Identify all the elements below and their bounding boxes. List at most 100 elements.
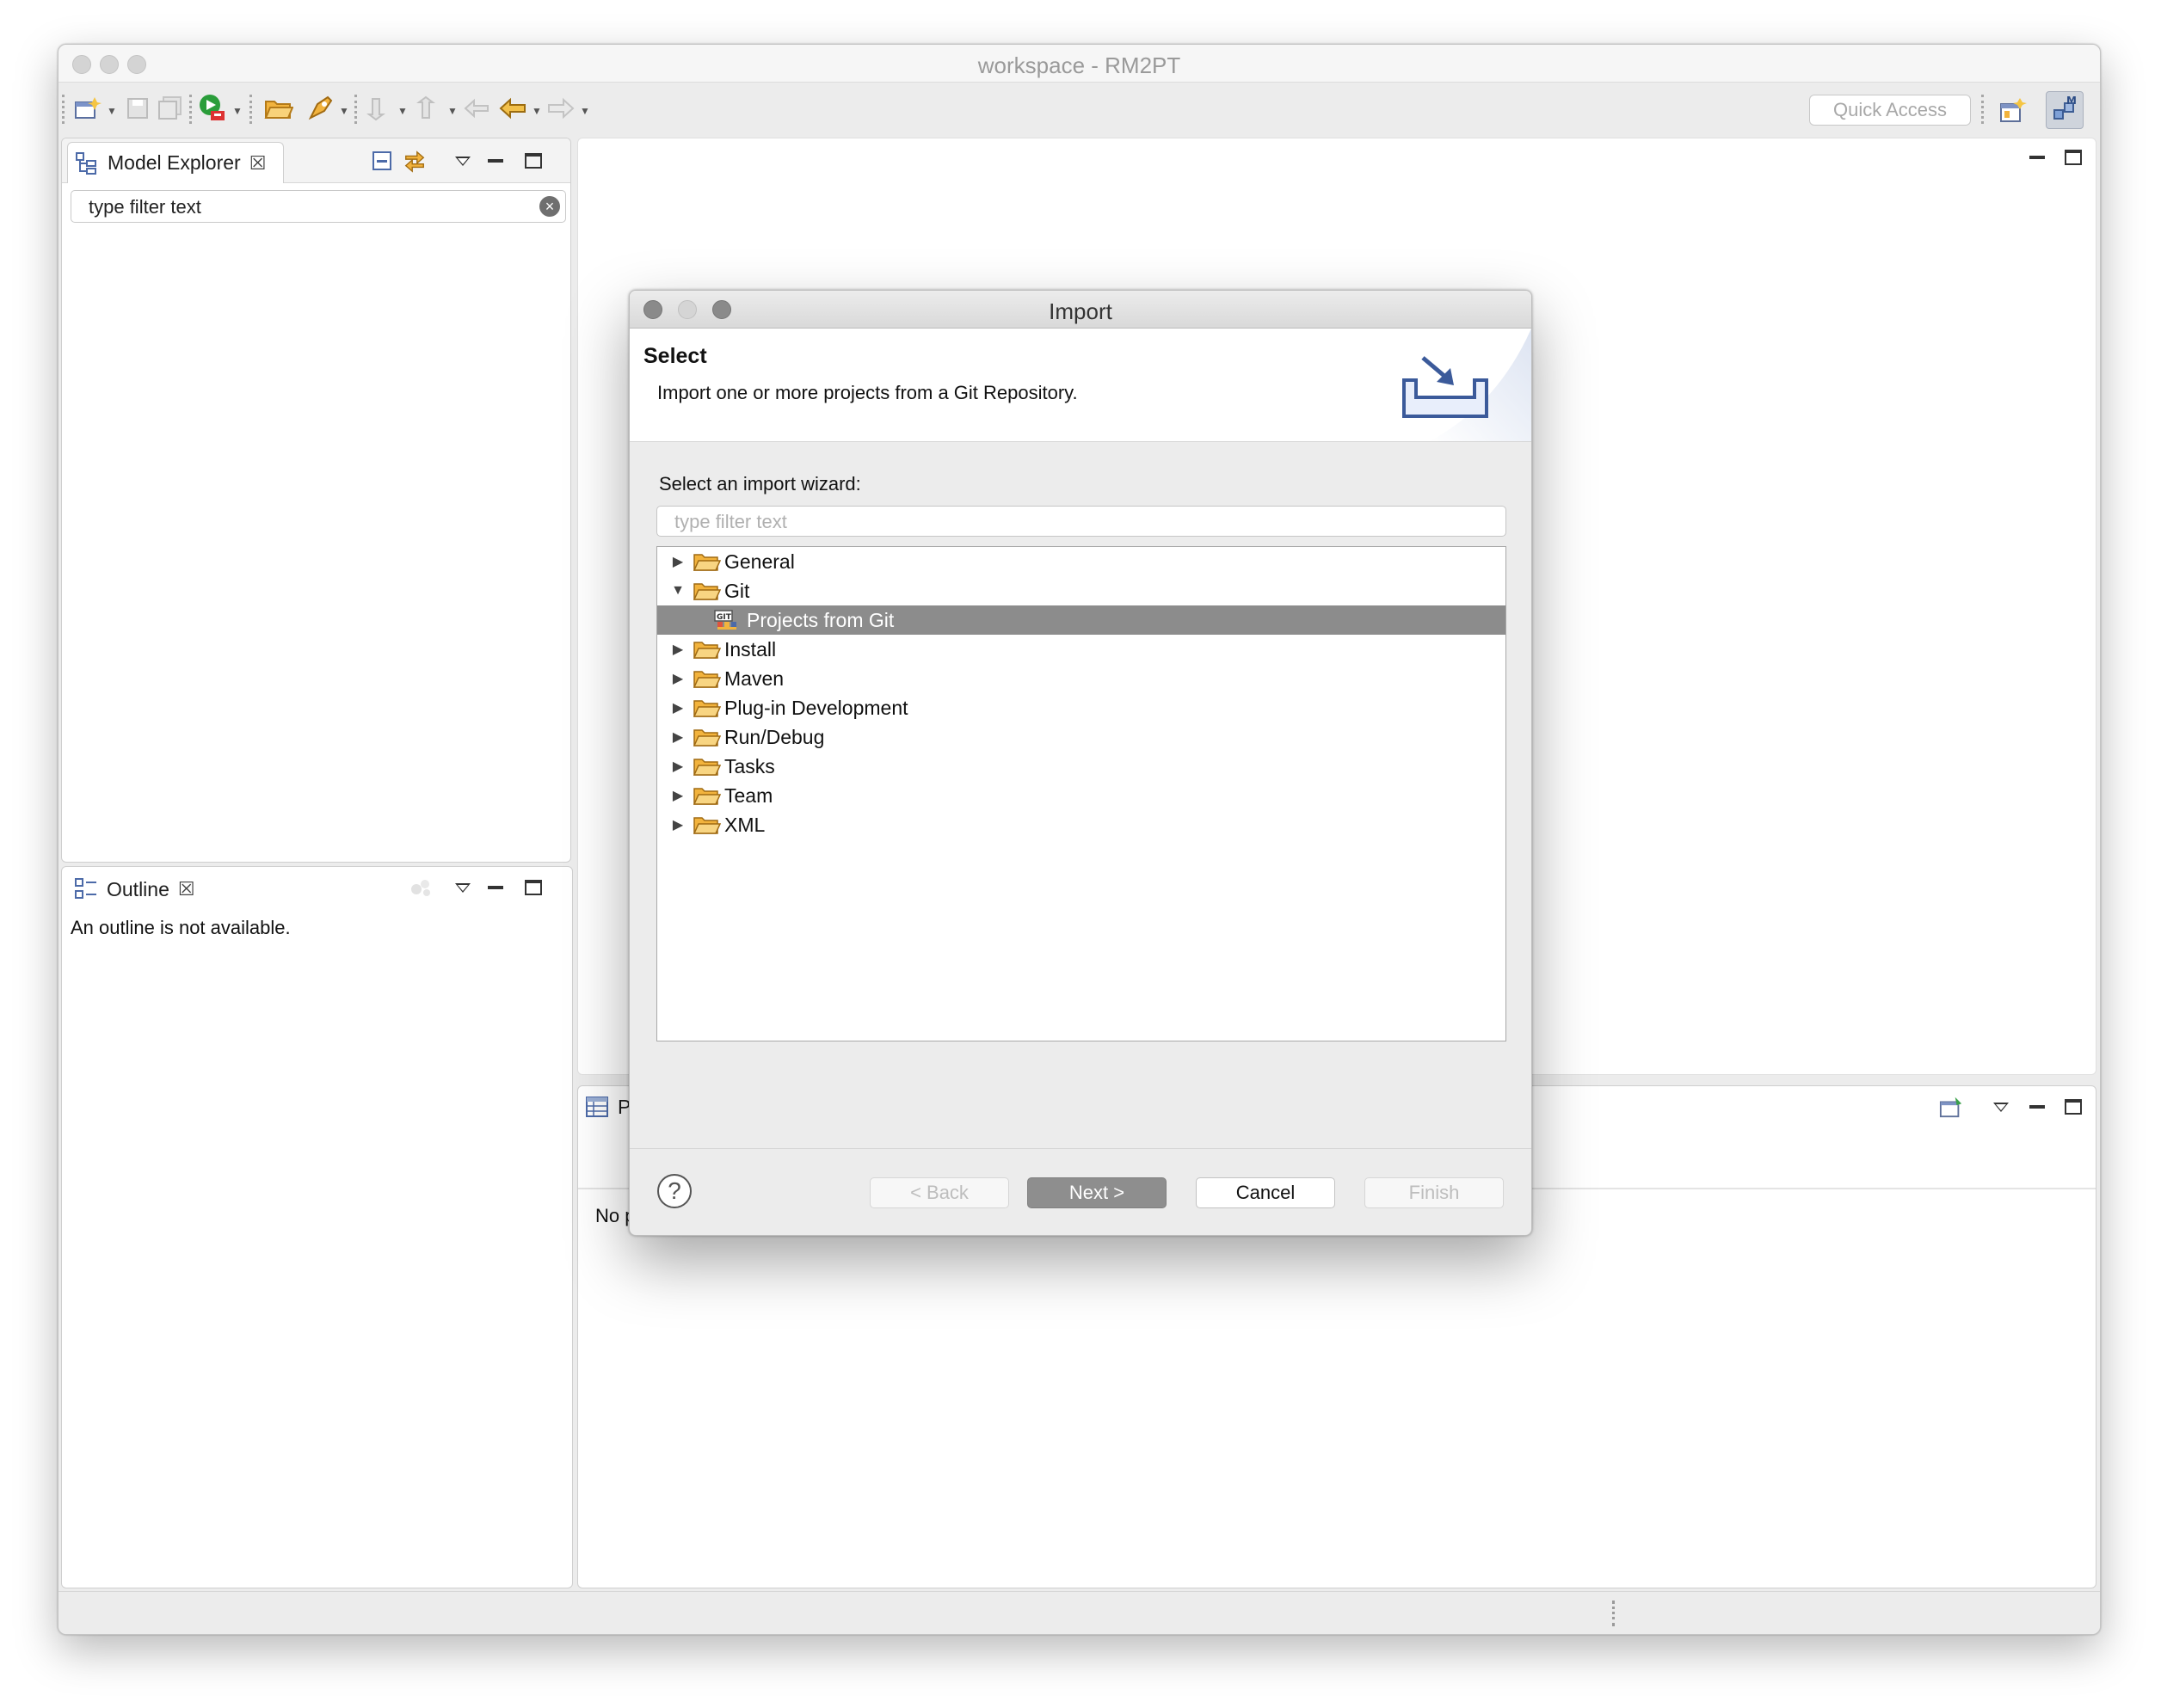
toolbar-separator [249, 95, 253, 124]
maximize-view-icon[interactable] [521, 149, 545, 173]
tree-item-team[interactable]: ▶ Team [657, 781, 1505, 810]
tree-item-install[interactable]: ▶ Install [657, 635, 1505, 664]
back-button[interactable]: < Back [870, 1177, 1009, 1208]
wizard-filter-placeholder: type filter text [674, 511, 787, 532]
open-folder-icon[interactable] [262, 91, 296, 126]
filter-input-value: type filter text [89, 196, 201, 218]
last-edit-icon[interactable] [459, 91, 494, 126]
tree-item-plug-in-development[interactable]: ▶ Plug-in Development [657, 693, 1505, 722]
close-icon[interactable]: ☒ [178, 878, 195, 900]
pin-view-icon[interactable] [1939, 1095, 1963, 1119]
window-titlebar: workspace - RM2PT [58, 45, 2100, 83]
tab-model-explorer[interactable]: Model Explorer ☒ [67, 142, 284, 183]
cancel-button[interactable]: Cancel [1196, 1177, 1335, 1208]
save-icon[interactable] [120, 91, 155, 126]
expand-arrow-icon[interactable]: ▶ [668, 699, 688, 716]
tree-item-label: Projects from Git [747, 608, 895, 631]
folder-icon [693, 788, 721, 805]
launch-icon[interactable] [303, 91, 337, 126]
outline-icon [75, 878, 96, 899]
tree-item-projects-from-git[interactable]: GIT Projects from Git [657, 605, 1505, 635]
dialog-titlebar: Import [630, 291, 1531, 329]
expand-arrow-icon[interactable]: ▶ [668, 670, 688, 687]
maximize-view-icon[interactable] [2061, 1095, 2085, 1119]
tree-item-tasks[interactable]: ▶ Tasks [657, 752, 1505, 781]
toolbar-separator [354, 95, 358, 124]
minimize-editor-icon[interactable] [2025, 145, 2049, 169]
outline-tab-label: Outline [107, 877, 169, 900]
close-icon[interactable]: ☒ [249, 152, 267, 175]
tree-item-label: Plug-in Development [724, 696, 908, 719]
outline-toolbar-icon [409, 876, 434, 900]
expand-arrow-icon[interactable]: ▶ [668, 641, 688, 658]
svg-text:GIT: GIT [717, 613, 732, 622]
folder-icon [693, 642, 721, 659]
tree-item-run-debug[interactable]: ▶ Run/Debug [657, 722, 1505, 752]
tree-item-xml[interactable]: ▶ XML [657, 810, 1505, 839]
model-explorer-tab-label: Model Explorer [108, 151, 241, 174]
dialog-header: Select Import one or more projects from … [630, 329, 1531, 442]
tree-item-maven[interactable]: ▶ Maven [657, 664, 1505, 693]
link-with-editor-icon[interactable] [403, 149, 427, 173]
tree-item-label: XML [724, 813, 766, 836]
folder-icon [693, 700, 721, 717]
main-toolbar: ▼ ▼ ▼ ▼ ▼ ▼ ▼ Quick Access M [58, 83, 2100, 134]
minimize-view-icon[interactable] [483, 876, 508, 900]
tree-item-label: Maven [724, 667, 785, 690]
import-wizard-banner-icon [1402, 329, 1531, 441]
save-all-icon[interactable] [153, 91, 188, 126]
maximize-editor-icon[interactable] [2061, 145, 2085, 169]
view-menu-icon[interactable] [451, 149, 475, 173]
forward-icon[interactable] [544, 91, 578, 126]
expand-arrow-icon[interactable]: ▶ [668, 787, 688, 804]
collapse-all-icon[interactable] [370, 149, 394, 173]
toolbar-separator [189, 95, 193, 124]
clear-filter-icon[interactable]: × [539, 196, 560, 217]
collapse-arrow-icon[interactable]: ▼ [668, 583, 688, 599]
back-dropdown-icon[interactable]: ▼ [532, 105, 542, 117]
prev-annotation-icon[interactable] [411, 91, 446, 126]
forward-dropdown-icon[interactable]: ▼ [580, 105, 590, 117]
minimize-view-icon[interactable] [483, 149, 508, 173]
expand-arrow-icon[interactable]: ▶ [668, 553, 688, 570]
modeling-perspective-icon[interactable]: M [2046, 91, 2084, 129]
tree-item-label: Git [724, 579, 750, 602]
status-bar [58, 1591, 2100, 1634]
wizard-filter-input[interactable]: type filter text [656, 506, 1506, 537]
next-button[interactable]: Next > [1027, 1177, 1167, 1208]
folder-icon [693, 817, 721, 834]
dialog-title: Import [1049, 298, 1112, 324]
view-menu-icon[interactable] [451, 876, 475, 900]
model-explorer-filter-input[interactable]: type filter text × [71, 190, 566, 223]
wizard-tree: ▶ General ▼ Git GIT Projects from Git ▶ … [656, 546, 1506, 1041]
tree-item-label: General [724, 550, 795, 573]
expand-arrow-icon[interactable]: ▶ [668, 816, 688, 833]
new-wizard-icon[interactable] [71, 91, 105, 126]
run-icon[interactable] [196, 91, 231, 126]
back-icon[interactable] [496, 91, 530, 126]
help-icon[interactable]: ? [657, 1174, 692, 1208]
launch-dropdown-icon[interactable]: ▼ [339, 105, 349, 117]
new-wizard-dropdown-icon[interactable]: ▼ [107, 105, 117, 117]
tree-item-general[interactable]: ▶ General [657, 547, 1505, 576]
view-menu-icon[interactable] [1989, 1095, 2013, 1119]
tab-outline[interactable]: Outline ☒ [67, 869, 213, 910]
expand-arrow-icon[interactable]: ▶ [668, 728, 688, 746]
maximize-view-icon[interactable] [521, 876, 545, 900]
tree-item-label: Install [724, 637, 777, 660]
finish-button[interactable]: Finish [1364, 1177, 1504, 1208]
window-title: workspace - RM2PT [977, 52, 1181, 78]
minimize-view-icon[interactable] [2025, 1095, 2049, 1119]
outline-message: An outline is not available. [71, 917, 291, 938]
next-annotation-dropdown-icon[interactable]: ▼ [397, 105, 408, 117]
next-annotation-icon[interactable] [361, 91, 396, 126]
expand-arrow-icon[interactable]: ▶ [668, 758, 688, 775]
run-dropdown-icon[interactable]: ▼ [232, 105, 243, 117]
dialog-header-title: Select [643, 344, 707, 368]
prev-annotation-dropdown-icon[interactable]: ▼ [447, 105, 458, 117]
tree-item-git[interactable]: ▼ Git [657, 576, 1505, 605]
open-perspective-icon[interactable] [1994, 91, 2032, 129]
tree-item-label: Tasks [724, 754, 775, 777]
quick-access-input[interactable]: Quick Access [1809, 95, 1971, 126]
folder-icon [693, 729, 721, 746]
